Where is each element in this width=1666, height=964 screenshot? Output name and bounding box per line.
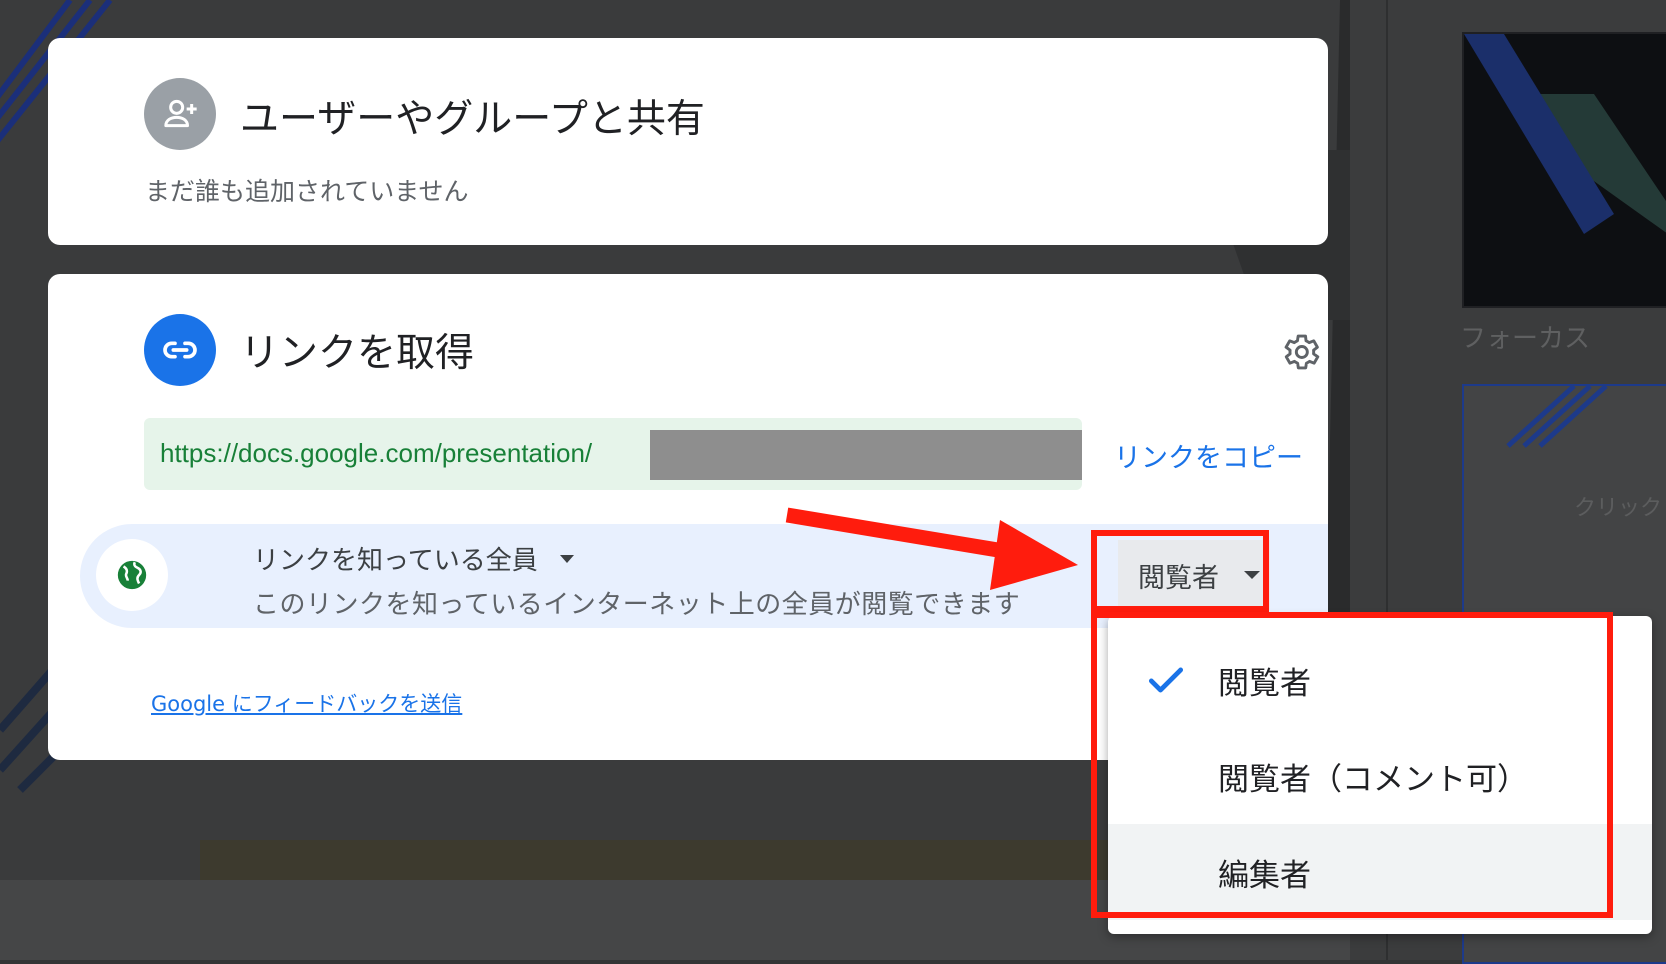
share-url-field[interactable]: https://docs.google.com/presentation/: [144, 418, 1082, 490]
share-url-text: https://docs.google.com/presentation/: [160, 438, 593, 468]
link-icon: [144, 314, 216, 386]
share-card-subtitle: まだ誰も追加されていません: [145, 177, 469, 206]
annotation-highlight-menu: [1091, 612, 1613, 918]
gear-icon[interactable]: [1276, 328, 1324, 376]
copy-link-button[interactable]: リンクをコピー: [1114, 436, 1303, 475]
url-redaction: [650, 430, 1082, 480]
background-thumbnail-label: フォーカス: [1460, 324, 1591, 354]
background-thumbnail-text: クリックし: [1574, 496, 1666, 521]
send-feedback-link[interactable]: Google にフィードバックを送信: [151, 688, 462, 718]
person-add-icon: [144, 78, 216, 150]
share-card-title: ユーザーやグループと共有: [240, 97, 705, 142]
share-with-people-card: ユーザーやグループと共有 まだ誰も追加されていません: [48, 38, 1328, 245]
link-scope-dropdown[interactable]: リンクを知っている全員: [253, 540, 574, 577]
background-thumbnail-focus: [1462, 32, 1666, 308]
link-scope-description: このリンクを知っているインターネット上の全員が閲覧できます: [253, 590, 1021, 620]
link-scope-label: リンクを知っている全員: [253, 546, 538, 576]
get-link-title: リンクを取得: [240, 331, 475, 376]
annotation-highlight-role: [1091, 530, 1269, 612]
globe-icon: [96, 539, 168, 611]
chevron-down-icon: [559, 554, 574, 563]
